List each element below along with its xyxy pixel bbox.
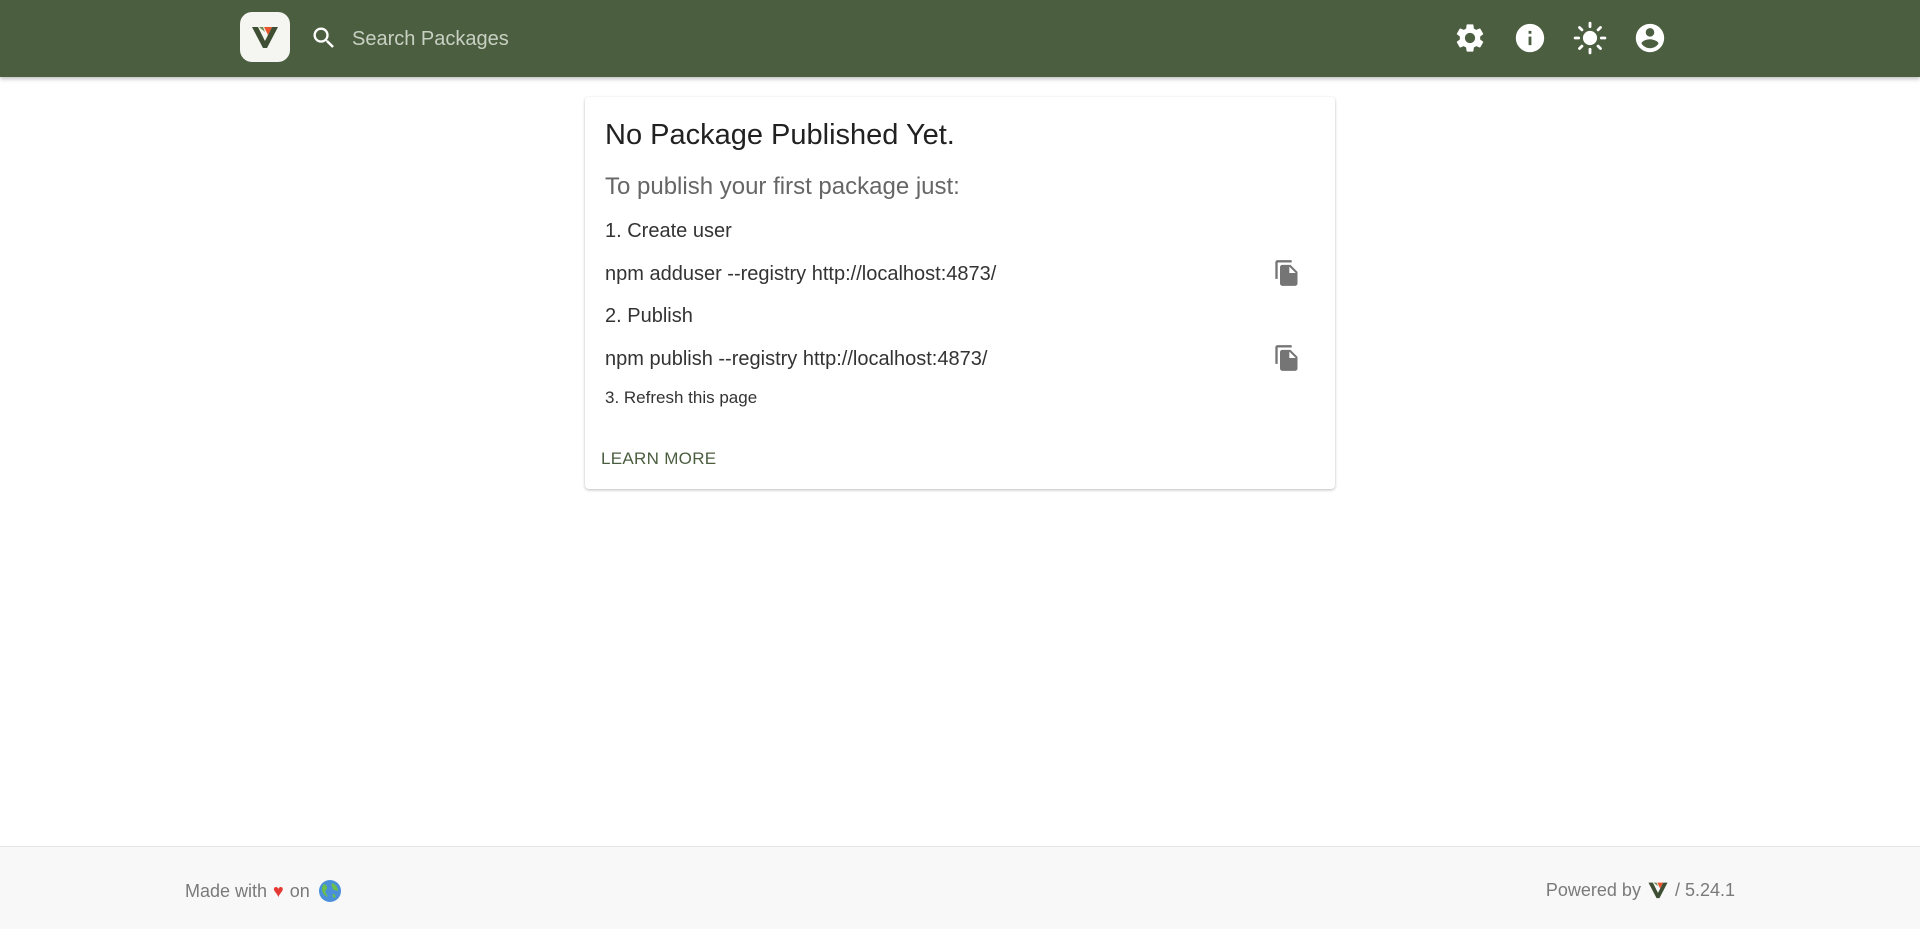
footer: Made with ♥ on Powered by / 5.24.1 xyxy=(0,846,1920,929)
on-text: on xyxy=(289,880,310,901)
footer-powered-by: Powered by / 5.24.1 xyxy=(1546,879,1735,901)
adduser-command: npm adduser --registry http://localhost:… xyxy=(605,263,997,285)
settings-icon[interactable] xyxy=(1453,21,1487,55)
version-text: / 5.24.1 xyxy=(1674,879,1735,900)
step-create-user: 1. Create user xyxy=(605,220,732,242)
heart-icon: ♥ xyxy=(273,880,284,901)
verdaccio-logo-icon xyxy=(252,27,278,48)
search-icon xyxy=(313,27,334,48)
step-refresh: 3. Refresh this page xyxy=(605,388,758,407)
account-icon[interactable] xyxy=(1633,21,1667,55)
card-subtitle: To publish your first package just: xyxy=(605,173,960,200)
card-title: No Package Published Yet. xyxy=(605,119,955,151)
learn-more-button[interactable]: LEARN MORE xyxy=(601,449,716,469)
footer-made-with: Made with ♥ on xyxy=(185,879,342,903)
empty-state-card: No Package Published Yet. To publish you… xyxy=(585,97,1335,489)
info-icon[interactable] xyxy=(1513,21,1547,55)
search-input[interactable] xyxy=(350,20,914,58)
powered-by-text: Powered by xyxy=(1545,879,1641,900)
made-with-text: Made with xyxy=(185,880,268,901)
verdaccio-logo[interactable] xyxy=(240,12,290,62)
theme-toggle-icon[interactable] xyxy=(1573,21,1607,55)
top-app-bar xyxy=(0,0,1920,77)
publish-command: npm publish --registry http://localhost:… xyxy=(605,348,988,370)
copy-icon[interactable] xyxy=(1273,259,1301,287)
copy-icon[interactable] xyxy=(1273,344,1301,372)
verdaccio-mini-logo-icon xyxy=(1648,882,1668,899)
step-publish: 2. Publish xyxy=(605,305,693,327)
globe-icon xyxy=(318,880,341,902)
